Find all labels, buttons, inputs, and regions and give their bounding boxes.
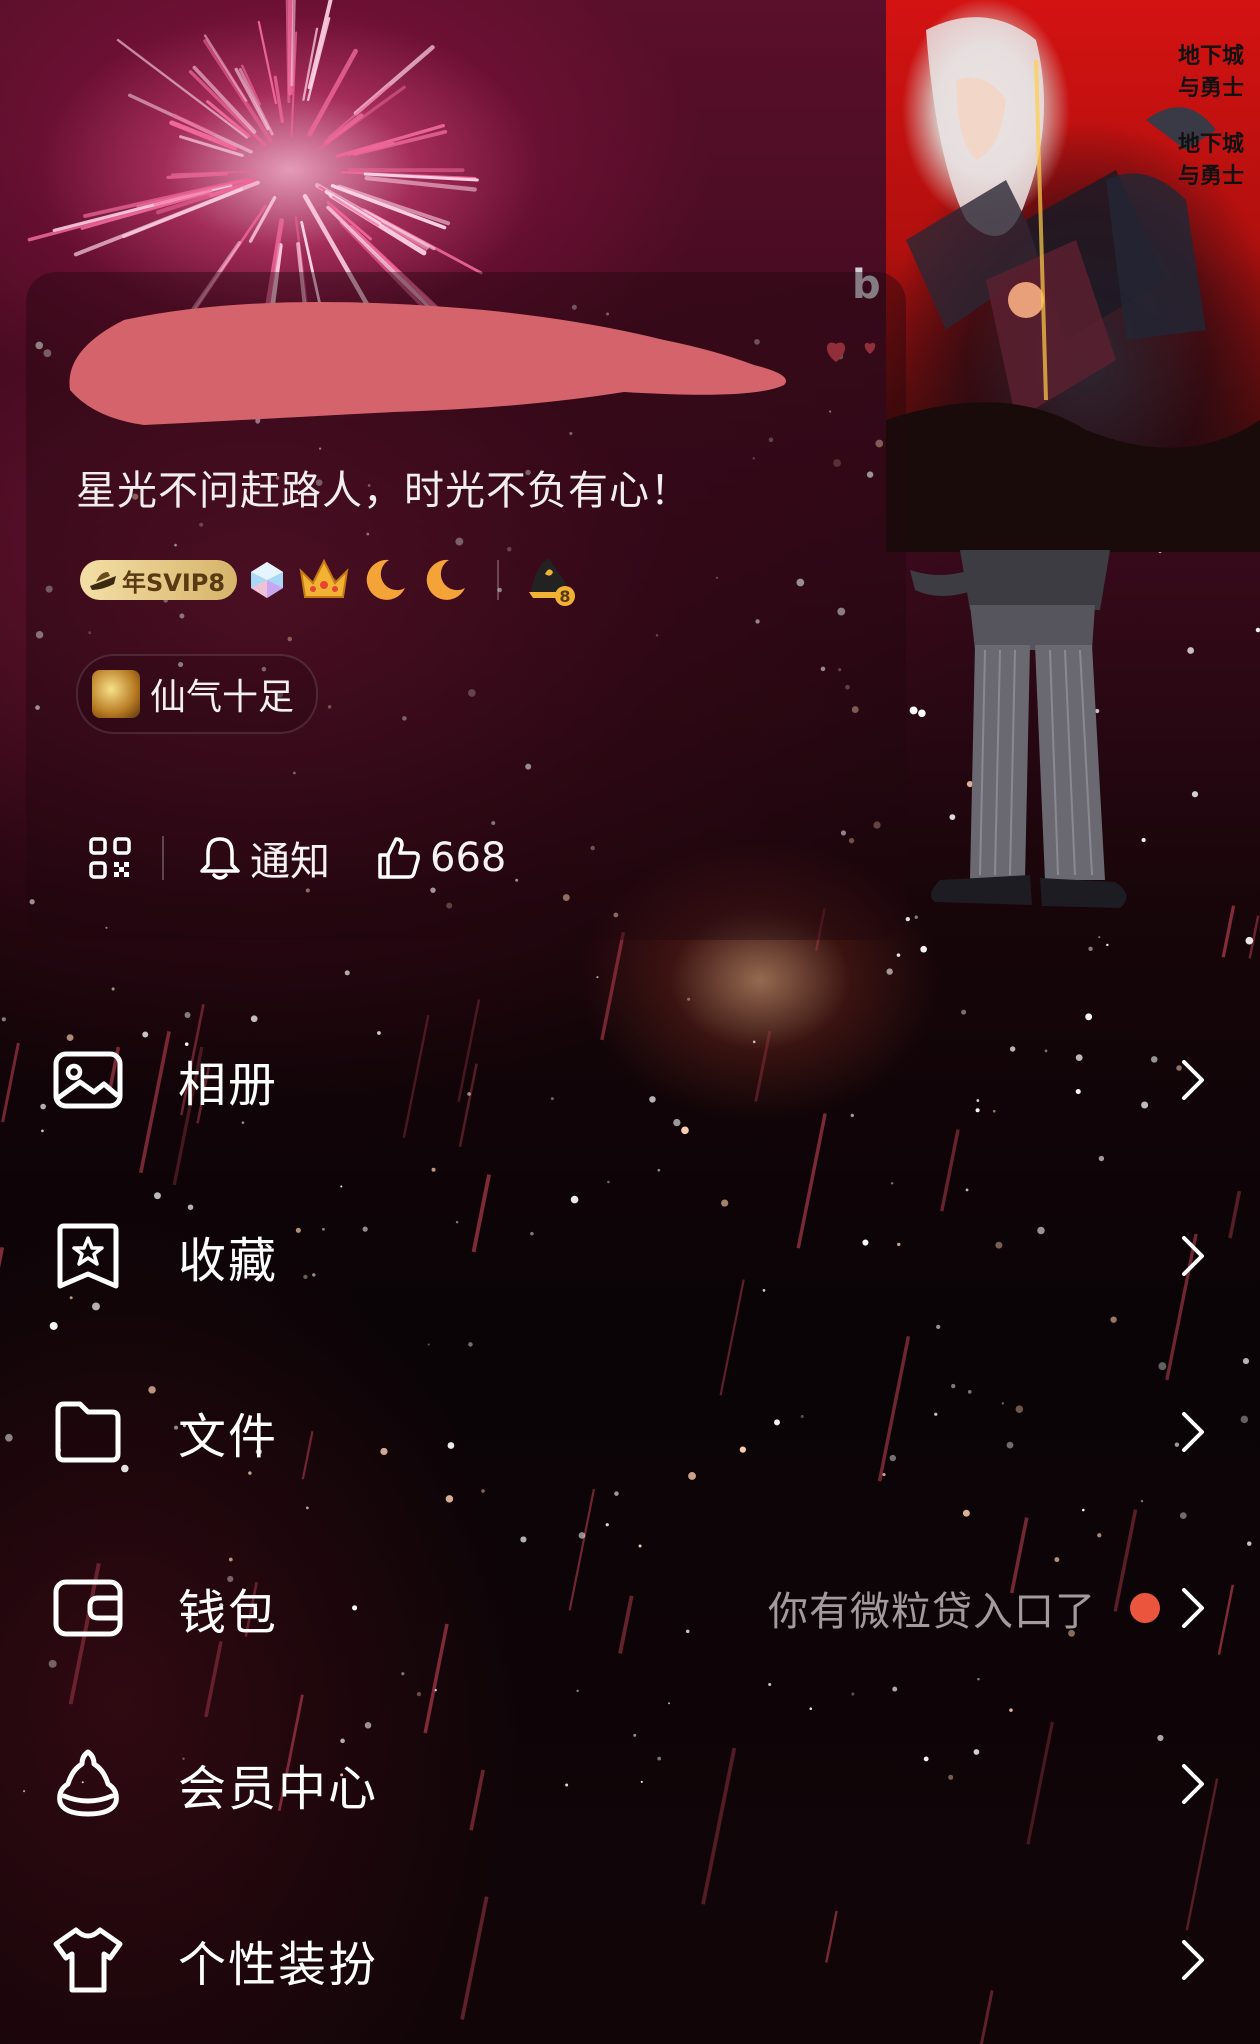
likes-count: 668 (430, 835, 507, 881)
svip-hat-icon (90, 572, 116, 590)
menu-item-label: 收藏 (178, 1233, 279, 1289)
menu-item-label: 相册 (178, 1057, 279, 1113)
firework-streak (335, 123, 445, 158)
svip-label: 年SVIP8 (122, 568, 226, 597)
level-number: 8 (560, 587, 571, 606)
menu-item-label: 钱包 (178, 1585, 279, 1641)
avatar-character-figure (910, 550, 1127, 908)
menu-list: 相册 收藏 文件 钱包 你有微粒贷入口了 会员中心 个性装扮 (0, 992, 1260, 2044)
chevron-right-icon (1182, 1764, 1204, 1804)
action-divider (162, 836, 164, 880)
photo-icon (53, 1051, 123, 1109)
game-logo: 地下城与勇士 (1178, 43, 1245, 101)
diamond-icon (251, 562, 284, 598)
firework-trail (1248, 915, 1260, 959)
menu-item-album[interactable]: 相册 (0, 992, 1260, 1168)
notify-button[interactable]: 通知 (198, 829, 330, 887)
wallet-icon (53, 1579, 123, 1637)
sparkle-dot (1088, 946, 1093, 951)
personal-signature[interactable]: 星光不问赶路人，时光不负有心！ (76, 458, 691, 516)
thumbs-up-icon (378, 837, 420, 879)
folder-icon (55, 1401, 121, 1463)
sparkle-dot (1187, 647, 1195, 654)
menu-item-label: 会员中心 (178, 1761, 379, 1817)
menu-item-label: 文件 (178, 1409, 279, 1465)
sparkle-dot (1245, 936, 1254, 945)
sparkle-dot (896, 953, 901, 957)
crown-icon (299, 558, 349, 598)
chevron-right-icon (1182, 1412, 1204, 1452)
firework-trail (1221, 905, 1236, 958)
red-dot-badge (1130, 1593, 1160, 1623)
firework-streak (273, 75, 284, 124)
sparkle-dot (1255, 627, 1260, 633)
profile-action-row: 通知 668 (88, 826, 506, 890)
bell-icon (200, 837, 240, 880)
chevron-right-icon (1182, 1236, 1204, 1276)
firework-streak (257, 20, 278, 105)
moon-icon (366, 559, 406, 600)
menu-item-files[interactable]: 文件 (0, 1344, 1260, 1520)
game-logo-secondary: 地下城与勇士 (1178, 131, 1245, 189)
redacted-nickname (69, 302, 787, 425)
badge-row[interactable]: 年SVIP8 8 (80, 552, 577, 608)
qr-code-icon (89, 837, 131, 879)
menu-item-label: 个性装扮 (178, 1937, 379, 1993)
tag-thumbnail (92, 670, 140, 718)
badge-divider (497, 560, 500, 600)
sparkle-dot (344, 970, 350, 976)
menu-item-wallet[interactable]: 钱包 你有微粒贷入口了 (0, 1520, 1260, 1696)
moon-icon (426, 559, 466, 600)
level-hat-icon: 8 (529, 558, 576, 606)
member-center-icon (57, 1749, 119, 1817)
firework-streak (116, 38, 249, 139)
sparkle-dot (596, 976, 599, 979)
tshirt-icon (53, 1927, 123, 1993)
chevron-right-icon (1182, 1940, 1204, 1980)
bookmark-star-icon (57, 1223, 119, 1289)
menu-item-favorites[interactable]: 收藏 (0, 1168, 1260, 1344)
notify-label: 通知 (250, 839, 330, 885)
sparkle-dot (886, 968, 893, 975)
qr-code-button[interactable] (88, 836, 132, 880)
menu-item-member-center[interactable]: 会员中心 (0, 1696, 1260, 1872)
firework-streak (248, 195, 277, 243)
sparkle-dot (920, 945, 928, 953)
svip-badge[interactable]: 年SVIP8 (80, 560, 238, 600)
wallet-hint-text: 你有微粒贷入口了 (768, 1589, 1096, 1635)
sparkle-dot (1106, 943, 1109, 947)
tag-pill[interactable]: 仙气十足 (76, 654, 319, 734)
menu-item-personalization[interactable]: 个性装扮 (0, 1872, 1260, 2044)
chevron-right-icon (1182, 1060, 1204, 1100)
tag-label: 仙气十足 (150, 677, 295, 718)
sparkle-dot (1098, 936, 1101, 939)
sparkle-dot (1191, 791, 1199, 798)
firework-streak (327, 84, 391, 139)
profile-page: 地下城与勇士 地下城与勇士 b 星光不问赶路人，时光不负有心！ 年SVIP8 8… (0, 0, 1260, 2044)
likes-button[interactable]: 668 (376, 835, 506, 881)
chevron-right-icon (1182, 1588, 1204, 1628)
firework-streak (352, 130, 448, 156)
cover-banner-image[interactable]: 地下城与勇士 地下城与勇士 (886, 0, 1260, 552)
sparkle-dot (111, 987, 115, 991)
